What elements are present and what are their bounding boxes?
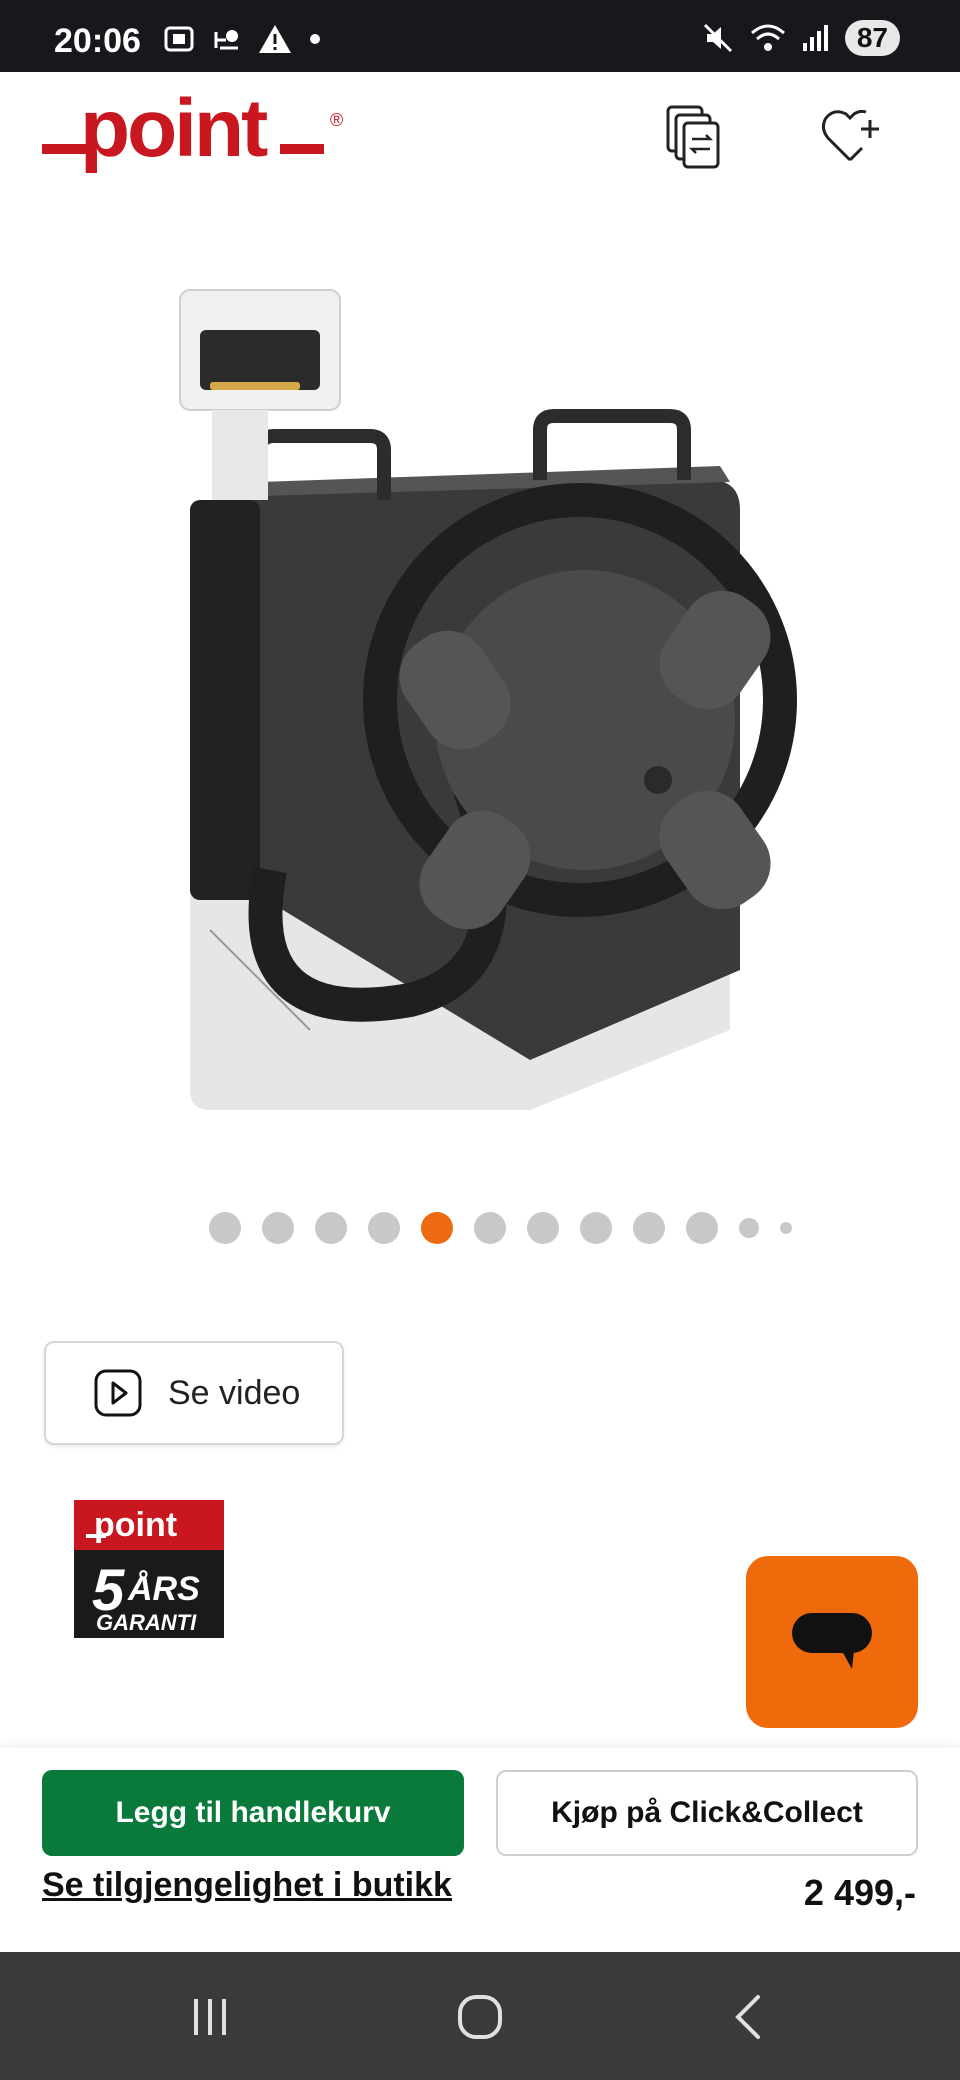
carousel-dot[interactable] [261,1212,294,1244]
system-nav-bar [0,1952,960,2080]
wifi-icon [750,24,785,51]
heart-plus-icon [821,109,879,162]
carousel-dot[interactable] [526,1212,559,1244]
product-price: 2 499,- [803,1872,916,1913]
carousel-dot[interactable] [579,1212,612,1244]
battery-level: 87 [856,22,888,53]
signal-icon [802,25,828,51]
weather-icon [214,30,238,50]
carousel-dot[interactable] [208,1212,241,1244]
carousel-dot[interactable] [314,1212,347,1244]
carousel-dot[interactable] [473,1212,506,1244]
carousel-dot[interactable] [632,1212,665,1244]
header: point ® [0,72,960,202]
home-icon [458,1995,502,2039]
screenshot-icon [164,26,194,52]
carousel-dot[interactable] [779,1222,792,1234]
carousel-dot[interactable] [685,1212,718,1244]
play-icon [94,1369,142,1417]
compare-button[interactable] [658,100,730,172]
mute-icon [703,23,732,53]
wishlist-button[interactable] [816,100,888,172]
status-icons-left [162,22,322,56]
logo-text: point [80,88,268,174]
back-icon [735,1995,760,2039]
recents-button[interactable] [170,1982,250,2052]
carousel-dots [0,1210,960,1246]
guarantee-badge: point 5 ÅRS GARANTI [74,1500,224,1638]
point-logo[interactable]: point ® [40,83,360,193]
carousel-dot[interactable] [367,1212,400,1244]
badge-line1: ÅRS [127,1570,200,1608]
carousel-dot[interactable] [420,1212,453,1244]
status-time: 20:06 [54,22,141,60]
chat-button[interactable] [746,1556,918,1728]
logo-mark: ® [330,110,343,130]
carousel-dot[interactable] [738,1218,759,1238]
status-bar: 20:06 87 [0,0,960,72]
back-button[interactable] [708,1982,788,2052]
home-button[interactable] [440,1982,520,2052]
compare-icon [666,105,720,169]
click-collect-button[interactable]: Kjøp på Click&Collect [496,1770,918,1856]
recents-icon [194,1999,226,2035]
store-availability-link[interactable]: Se tilgjengelighet i butikk [42,1866,452,1905]
badge-brand: point [94,1506,177,1544]
chat-icon [792,1613,872,1669]
product-image[interactable] [150,270,810,1120]
battery-icon: 87 [844,20,900,56]
video-button[interactable]: Se video [44,1341,344,1445]
status-icons-right: 87 [701,20,900,56]
video-button-label: Se video [168,1373,301,1412]
badge-line2: GARANTI [96,1610,197,1635]
warning-icon [259,25,291,53]
add-to-cart-button[interactable]: Legg til handlekurv [42,1770,464,1856]
dot-icon [310,34,320,44]
purchase-bar: Legg til handlekurv Kjøp på Click&Collec… [0,1748,960,1952]
